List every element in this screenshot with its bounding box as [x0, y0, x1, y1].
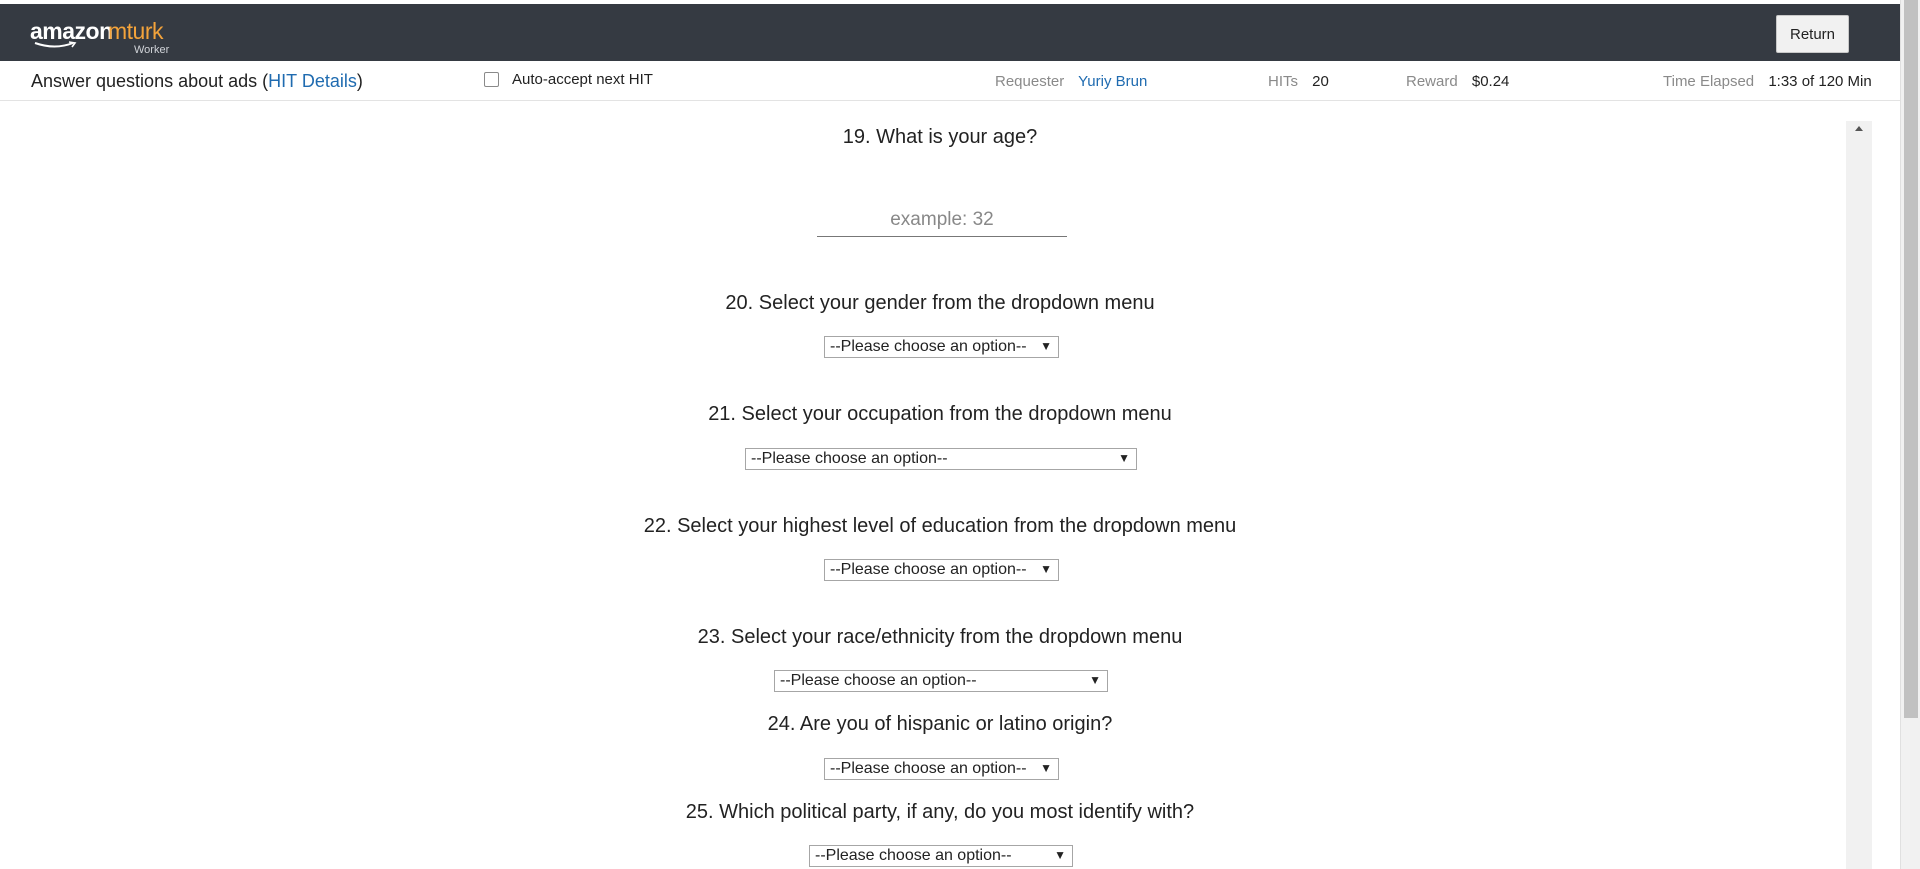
chevron-down-icon: ▼	[1040, 761, 1052, 775]
political-party-select-value: --Please choose an option--	[815, 847, 1012, 864]
age-input[interactable]: example: 32	[817, 205, 1067, 237]
survey-scrollbar[interactable]	[1846, 121, 1872, 869]
question-20: 20. Select your gender from the dropdown…	[725, 292, 1155, 314]
chevron-down-icon: ▼	[1040, 562, 1052, 576]
hit-details-link[interactable]: HIT Details	[268, 71, 357, 91]
time-elapsed-key: Time Elapsed	[1663, 73, 1755, 90]
time-elapsed-info: Time Elapsed 1:33 of 120 Min	[1663, 73, 1872, 90]
gender-select-value: --Please choose an option--	[830, 338, 1027, 355]
hit-title: Answer questions about ads (HIT Details)	[31, 71, 363, 91]
reward-key: Reward	[1406, 73, 1458, 90]
auto-accept-checkbox[interactable]	[484, 72, 499, 87]
requester-link[interactable]: Yuriy Brun	[1078, 73, 1147, 90]
amazon-mturk-logo[interactable]: amazon mturk Worker	[30, 16, 180, 58]
hits-key: HITs	[1268, 73, 1298, 90]
requester-key: Requester	[995, 73, 1065, 90]
question-22: 22. Select your highest level of educati…	[643, 515, 1237, 537]
education-select[interactable]: --Please choose an option-- ▼	[824, 559, 1059, 581]
chevron-down-icon: ▼	[1054, 848, 1066, 862]
top-navbar: amazon mturk Worker Return	[0, 0, 1900, 61]
logo-worker-text: Worker	[134, 44, 170, 56]
reward-info: Reward $0.24	[1406, 73, 1509, 90]
hits-value: 20	[1312, 73, 1329, 90]
gender-select[interactable]: --Please choose an option-- ▼	[824, 336, 1059, 358]
question-23: 23. Select your race/ethnicity from the …	[697, 626, 1183, 648]
occupation-select[interactable]: --Please choose an option-- ▼	[745, 448, 1137, 470]
chevron-down-icon: ▼	[1040, 339, 1052, 353]
scroll-up-icon[interactable]	[1855, 126, 1863, 131]
return-button[interactable]: Return	[1776, 15, 1849, 53]
hispanic-origin-select-value: --Please choose an option--	[830, 760, 1027, 777]
auto-accept-label[interactable]: Auto-accept next HIT	[512, 71, 653, 88]
requester-info: Requester Yuriy Brun	[995, 73, 1147, 90]
survey-content: 19. What is your age? example: 32 20. Se…	[0, 101, 1860, 869]
race-ethnicity-select[interactable]: --Please choose an option-- ▼	[774, 670, 1108, 692]
hits-info: HITs 20	[1268, 73, 1329, 90]
reward-value: $0.24	[1471, 73, 1510, 90]
question-19: 19. What is your age?	[842, 126, 1038, 148]
chevron-down-icon: ▼	[1089, 673, 1101, 687]
logo-mturk-text: mturk	[108, 18, 164, 44]
education-select-value: --Please choose an option--	[830, 561, 1027, 578]
hit-title-text: Answer questions about ads	[31, 71, 258, 91]
race-ethnicity-select-value: --Please choose an option--	[780, 672, 977, 689]
question-25: 25. Which political party, if any, do yo…	[685, 801, 1195, 823]
political-party-select[interactable]: --Please choose an option-- ▼	[809, 845, 1073, 867]
page-scrollbar-thumb[interactable]	[1904, 0, 1918, 718]
amazon-smile-icon	[34, 41, 77, 48]
auto-accept-control[interactable]: Auto-accept next HIT	[484, 71, 653, 88]
occupation-select-value: --Please choose an option--	[751, 450, 948, 467]
question-24: 24. Are you of hispanic or latino origin…	[767, 713, 1113, 735]
question-21: 21. Select your occupation from the drop…	[708, 403, 1172, 425]
time-elapsed-value: 1:33 of 120 Min	[1768, 73, 1872, 90]
chevron-down-icon: ▼	[1118, 451, 1130, 465]
hispanic-origin-select[interactable]: --Please choose an option-- ▼	[824, 758, 1059, 780]
hit-info-bar: Answer questions about ads (HIT Details)…	[0, 61, 1900, 101]
page-scrollbar[interactable]	[1900, 0, 1920, 869]
